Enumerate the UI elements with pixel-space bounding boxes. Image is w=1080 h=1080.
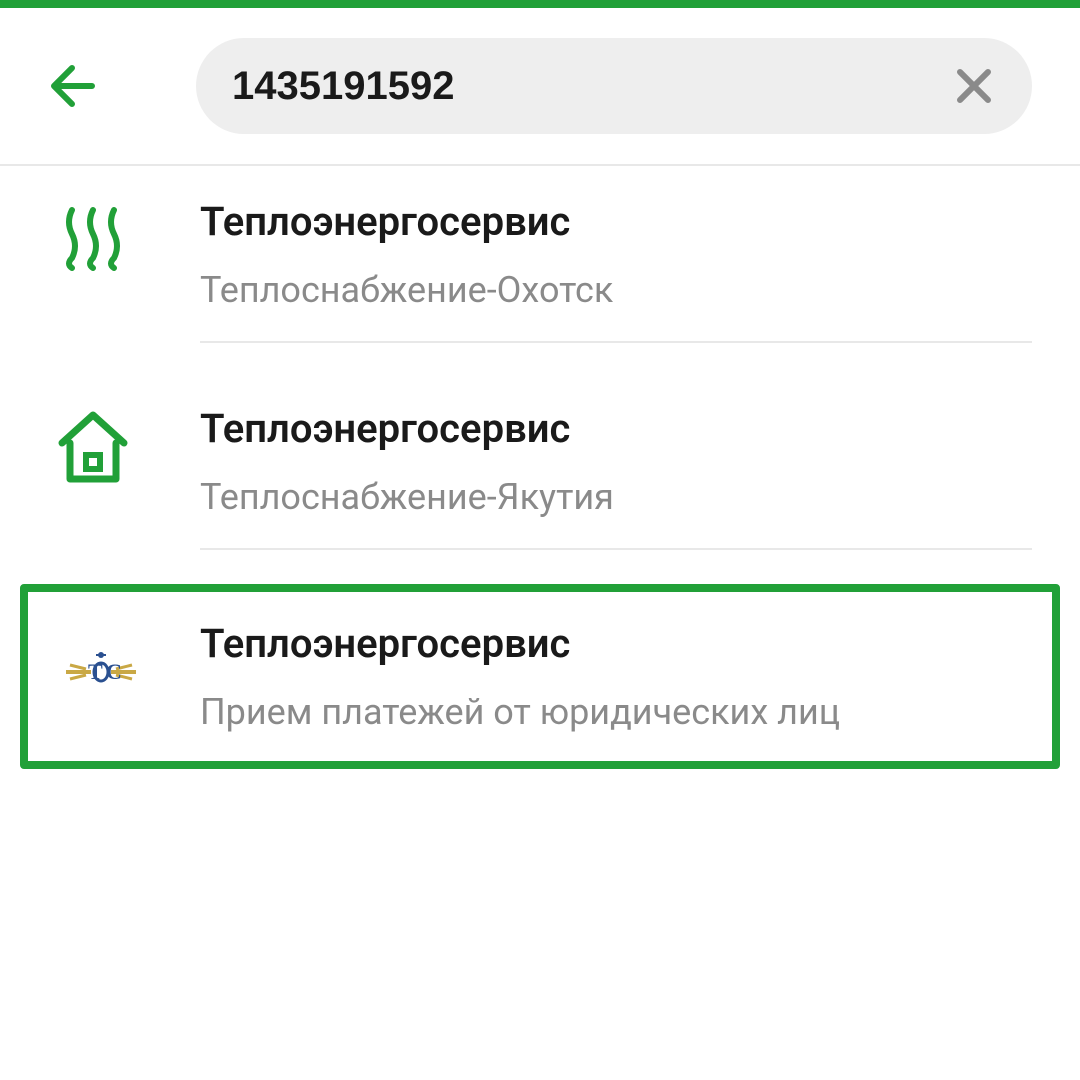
house-icon — [48, 405, 138, 495]
list-item-title: Теплоэнергосервис — [200, 620, 1024, 667]
search-container — [196, 38, 1032, 134]
back-button[interactable] — [48, 62, 96, 110]
list-item-content: Теплоэнергосервис Прием платежей от юрид… — [200, 620, 1024, 733]
company-logo-icon: Т С — [56, 620, 146, 710]
status-bar — [0, 0, 1080, 8]
list-item-subtitle: Прием платежей от юридических лиц — [200, 691, 1024, 733]
list-item[interactable]: Теплоэнергосервис Теплоснабжение-Охотск — [0, 166, 1080, 373]
list-item-title: Теплоэнергосервис — [200, 405, 1032, 452]
search-input[interactable] — [232, 64, 952, 109]
list-item-content: Теплоэнергосервис Теплоснабжение-Якутия — [200, 405, 1032, 550]
svg-text:С: С — [106, 659, 122, 684]
heat-icon — [48, 198, 138, 288]
list-item-title: Теплоэнергосервис — [200, 198, 1032, 245]
list-item-highlighted[interactable]: Т С Теплоэнергосервис Прием платежей от … — [20, 584, 1060, 769]
header — [0, 8, 1080, 166]
list-item[interactable]: Теплоэнергосервис Теплоснабжение-Якутия — [0, 373, 1080, 580]
list-item-subtitle: Теплоснабжение-Якутия — [200, 476, 1032, 518]
close-icon — [956, 68, 992, 104]
arrow-left-icon — [48, 62, 96, 110]
list-item-subtitle: Теплоснабжение-Охотск — [200, 269, 1032, 311]
list-item-content: Теплоэнергосервис Теплоснабжение-Охотск — [200, 198, 1032, 343]
clear-button[interactable] — [952, 64, 996, 108]
results-list: Теплоэнергосервис Теплоснабжение-Охотск … — [0, 166, 1080, 769]
